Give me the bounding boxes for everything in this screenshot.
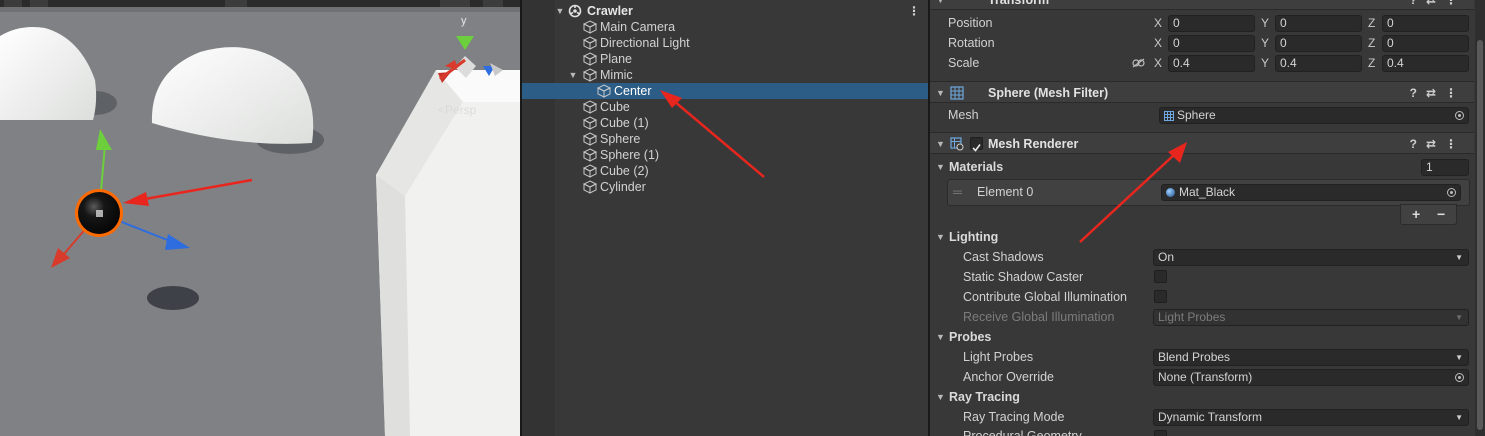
annotation-arrow-inspector bbox=[1079, 142, 1187, 243]
scene-view[interactable]: <Persp y bbox=[0, 0, 520, 436]
scene-canvas bbox=[0, 0, 520, 436]
inspector-scrollbar[interactable] bbox=[1475, 0, 1485, 436]
annotation-arrow-hierarchy bbox=[660, 90, 765, 178]
persp-label[interactable]: <Persp bbox=[438, 103, 476, 117]
unity-editor: <Persp y ▼ Crawler ⋮ Main Camera Directio… bbox=[0, 0, 1485, 436]
gizmo-y-label: y bbox=[461, 15, 467, 27]
hierarchy-panel: ▼ Crawler ⋮ Main Camera Directional Light… bbox=[522, 0, 928, 436]
scrollbar-thumb[interactable] bbox=[1477, 40, 1483, 430]
inspector-panel: ▼ Transform ?⇄⋮ Position X 0 Y 0 Z 0 Rot… bbox=[930, 0, 1485, 436]
